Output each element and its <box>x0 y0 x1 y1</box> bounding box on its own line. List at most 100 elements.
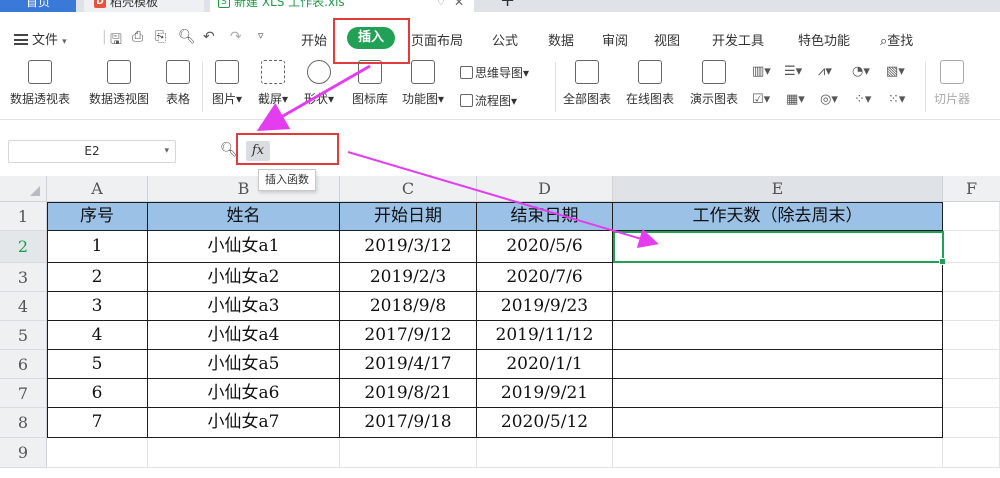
icon-library-button[interactable]: 图标库 <box>352 60 388 107</box>
row-header-4[interactable]: 4 <box>0 292 47 321</box>
menu-page-layout[interactable]: 页面布局 <box>411 30 463 49</box>
empty-cell[interactable] <box>47 438 148 468</box>
table-cell[interactable]: 2020/7/6 <box>477 263 613 292</box>
stock-chart-icon[interactable]: ▦▾ <box>786 92 805 107</box>
column-chart-icon[interactable]: ▥▾ <box>752 64 771 79</box>
slicer-button[interactable]: 切片器 <box>934 60 970 107</box>
table-cell[interactable] <box>613 263 943 292</box>
all-charts-button[interactable]: 全部图表 <box>563 60 611 107</box>
redo-icon[interactable]: ↷ <box>230 29 242 45</box>
save-icon[interactable]: 🖫 <box>110 29 122 53</box>
pin-icon[interactable]: ♢ <box>436 0 446 10</box>
chevron-down-icon[interactable]: ▾ <box>164 141 169 162</box>
empty-cell[interactable] <box>943 408 1000 438</box>
table-cell[interactable]: 2019/11/12 <box>477 321 613 350</box>
table-cell[interactable]: 2017/9/12 <box>340 321 477 350</box>
row-header-6[interactable]: 6 <box>0 350 47 379</box>
table-cell[interactable]: 2020/1/1 <box>477 350 613 379</box>
table-cell[interactable]: 3 <box>47 292 148 321</box>
table-header-cell[interactable]: 序号 <box>47 202 148 231</box>
empty-cell[interactable] <box>943 231 1000 263</box>
preview-icon[interactable]: 🔍︎ <box>178 29 196 45</box>
empty-cell[interactable] <box>943 350 1000 379</box>
table-cell[interactable] <box>613 408 943 438</box>
column-header-f[interactable]: F <box>943 176 1000 202</box>
combo-chart-icon[interactable]: ☑▾ <box>752 92 770 107</box>
menu-review[interactable]: 审阅 <box>602 30 628 49</box>
table-cell[interactable]: 2017/9/18 <box>340 408 477 438</box>
table-cell[interactable]: 2019/2/3 <box>340 263 477 292</box>
empty-cell[interactable] <box>477 438 613 468</box>
new-tab-button[interactable]: + <box>500 0 515 11</box>
empty-cell[interactable] <box>148 438 340 468</box>
table-cell[interactable]: 小仙女a7 <box>148 408 340 438</box>
table-cell[interactable]: 4 <box>47 321 148 350</box>
menu-data[interactable]: 数据 <box>548 30 574 49</box>
select-all-corner[interactable] <box>0 176 47 202</box>
row-header-8[interactable]: 8 <box>0 408 47 438</box>
row-header-5[interactable]: 5 <box>0 321 47 350</box>
row-header-9[interactable]: 9 <box>0 438 47 468</box>
table-cell[interactable]: 小仙女a6 <box>148 379 340 408</box>
screenshot-button[interactable]: 截屏▾ <box>258 60 288 107</box>
tab-template[interactable]: D 稻壳模板 <box>84 0 204 12</box>
table-cell[interactable]: 2018/9/8 <box>340 292 477 321</box>
radar-chart-icon[interactable]: ◎▾ <box>820 92 838 107</box>
table-cell[interactable]: 2019/9/23 <box>477 292 613 321</box>
table-cell[interactable]: 1 <box>47 231 148 263</box>
row-header-7[interactable]: 7 <box>0 379 47 408</box>
menu-developer[interactable]: 开发工具 <box>712 30 764 49</box>
menu-view[interactable]: 视图 <box>654 30 680 49</box>
picture-button[interactable]: 图片▾ <box>212 60 242 107</box>
table-cell[interactable]: 2020/5/6 <box>477 231 613 263</box>
table-cell[interactable]: 2020/5/12 <box>477 408 613 438</box>
pivot-chart-button[interactable]: 数据透视图 <box>89 60 149 107</box>
table-cell[interactable]: 小仙女a1 <box>148 231 340 263</box>
row-header-1[interactable]: 1 <box>0 202 47 231</box>
flow-chart-button[interactable]: 流程图▾ <box>460 92 517 109</box>
close-tab-icon[interactable]: ✕ <box>454 0 464 10</box>
scatter-chart-icon[interactable]: ⁘▾ <box>854 92 871 107</box>
table-header-cell[interactable]: 姓名 <box>148 202 340 231</box>
table-header-cell[interactable]: 结束日期 <box>477 202 613 231</box>
bar-chart-horizontal-icon[interactable]: ☰▾ <box>784 64 802 79</box>
area-chart-icon[interactable]: ▧▾ <box>886 64 905 79</box>
column-header-e[interactable]: E <box>613 176 943 202</box>
shape-button[interactable]: 形状▾ <box>304 60 334 107</box>
table-header-cell[interactable]: 工作天数（除去周末） <box>613 202 943 231</box>
table-cell[interactable] <box>613 350 943 379</box>
tab-file[interactable]: S 新建 XLS 工作表.xls ♢ ✕ <box>210 0 474 12</box>
file-menu[interactable]: 文件 ▾ <box>14 29 67 48</box>
table-cell[interactable]: 小仙女a2 <box>148 263 340 292</box>
table-header-cell[interactable]: 开始日期 <box>340 202 477 231</box>
row-header-2[interactable]: 2 <box>0 231 47 263</box>
table-cell[interactable] <box>613 292 943 321</box>
table-cell[interactable]: 7 <box>47 408 148 438</box>
table-cell[interactable]: 2 <box>47 263 148 292</box>
table-cell-selected[interactable] <box>613 231 943 263</box>
print-icon[interactable]: ⎘ <box>155 29 166 45</box>
empty-cell[interactable] <box>943 292 1000 321</box>
empty-cell[interactable] <box>943 202 1000 231</box>
function-chart-button[interactable]: 功能图▾ <box>402 60 444 107</box>
print-preview-icon[interactable]: ⎙ <box>132 29 143 45</box>
tab-home[interactable]: 首页 <box>0 0 76 12</box>
pie-chart-icon[interactable]: ◔▾ <box>852 64 870 79</box>
table-cell[interactable]: 小仙女a3 <box>148 292 340 321</box>
column-header-a[interactable]: A <box>47 176 148 202</box>
menu-home[interactable]: 开始 <box>301 30 327 49</box>
table-cell[interactable] <box>613 321 943 350</box>
empty-cell[interactable] <box>613 438 943 468</box>
name-box[interactable]: E2 ▾ <box>8 140 176 163</box>
table-cell[interactable]: 2019/3/12 <box>340 231 477 263</box>
table-cell[interactable]: 小仙女a4 <box>148 321 340 350</box>
column-header-d[interactable]: D <box>477 176 613 202</box>
table-cell[interactable]: 2019/8/21 <box>340 379 477 408</box>
pivot-table-button[interactable]: 数据透视表 <box>10 60 70 107</box>
menu-special-features[interactable]: 特色功能 <box>798 30 850 49</box>
table-cell[interactable]: 2019/9/21 <box>477 379 613 408</box>
table-cell[interactable]: 6 <box>47 379 148 408</box>
empty-cell[interactable] <box>340 438 477 468</box>
table-cell[interactable] <box>613 379 943 408</box>
empty-cell[interactable] <box>943 321 1000 350</box>
